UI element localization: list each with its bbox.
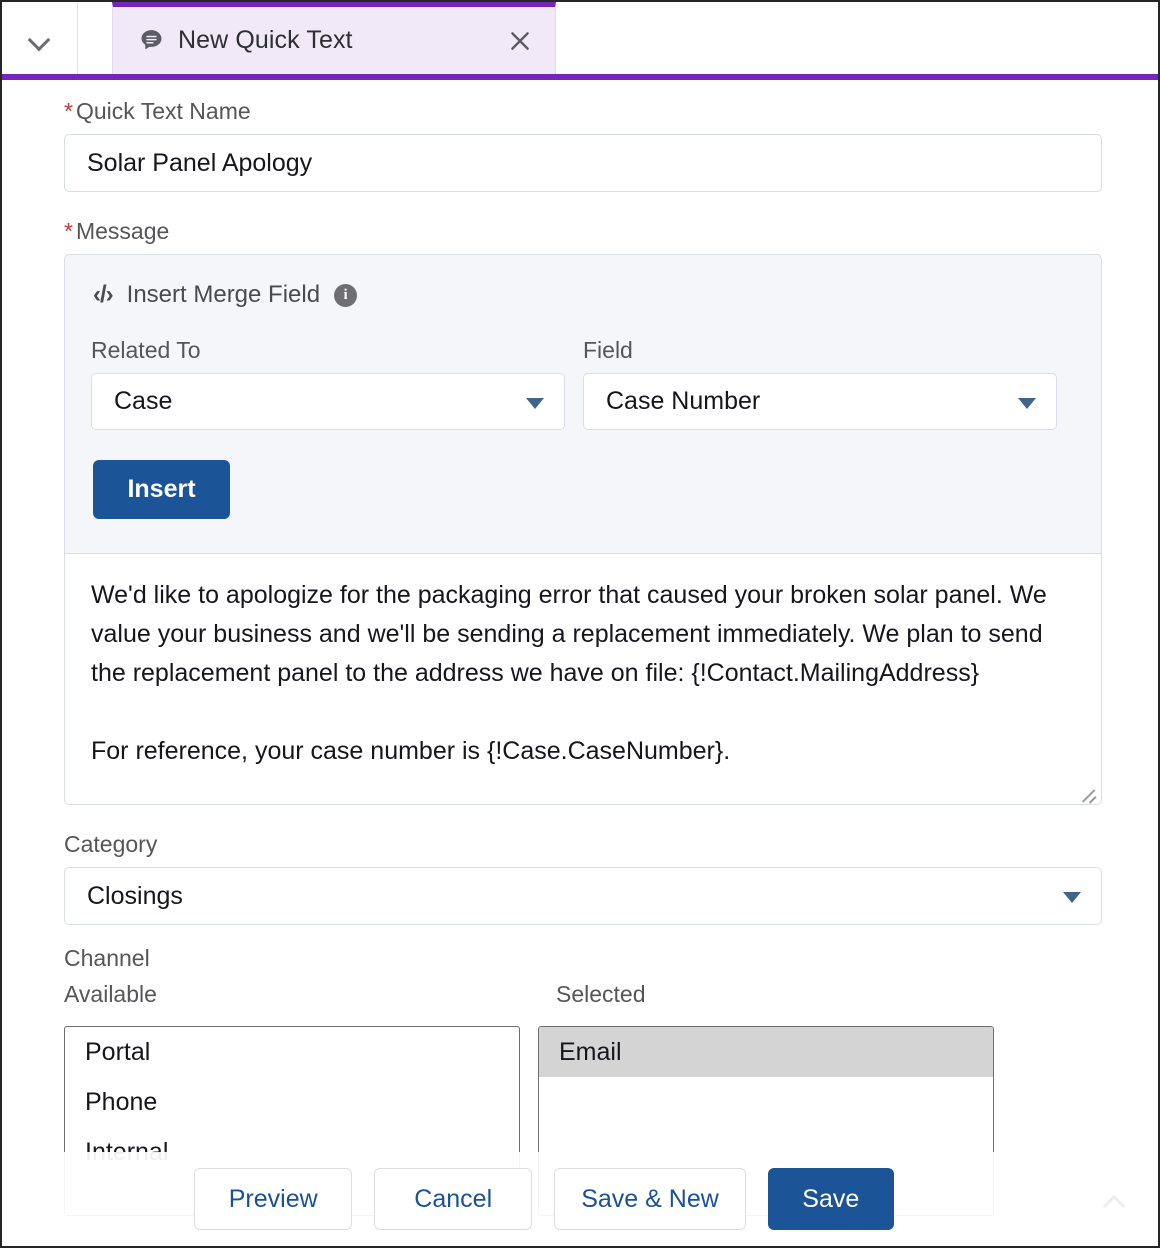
list-item[interactable]: Phone — [65, 1077, 519, 1127]
insert-button[interactable]: Insert — [93, 460, 230, 519]
insert-merge-field-panel: ‹/› Insert Merge Field i Related To Case… — [64, 254, 1102, 553]
info-icon[interactable]: i — [334, 283, 358, 307]
related-to-select[interactable]: Case — [91, 373, 565, 430]
related-to-label: Related To — [91, 337, 201, 363]
tab-bar-spacer — [78, 2, 112, 74]
list-item[interactable]: Email — [539, 1027, 993, 1077]
category-select[interactable]: Closings — [64, 867, 1102, 925]
field-select[interactable]: Case Number — [583, 373, 1057, 430]
field-group: Field Case Number — [583, 337, 1057, 430]
merge-field-heading: Insert Merge Field — [126, 281, 321, 308]
quick-text-name-label: * Quick Text Name — [64, 98, 1104, 125]
related-to-group: Related To Case — [91, 337, 565, 430]
form-body: *Quick Text Name *Message ‹/› Insert Mer… — [2, 80, 1158, 1246]
channel-column-labels: Available Selected — [64, 981, 1104, 1017]
preview-button[interactable]: Preview — [194, 1168, 353, 1230]
message-text: We'd like to apologize for the packaging… — [91, 581, 1047, 765]
chevron-down-icon — [1063, 892, 1081, 903]
chevron-down-icon — [1018, 397, 1036, 409]
channel-label: Channel — [64, 945, 150, 971]
list-item[interactable]: Portal — [65, 1027, 519, 1077]
field-value: Case Number — [606, 387, 761, 415]
merge-field-header: ‹/› Insert Merge Field i — [91, 281, 1075, 309]
category-label: Category — [64, 831, 158, 857]
tab-list-toggle-button[interactable] — [2, 2, 78, 74]
quick-text-modal: New Quick Text *Quick Text Name *Message… — [0, 0, 1160, 1248]
message-textarea[interactable]: We'd like to apologize for the packaging… — [64, 553, 1102, 805]
quick-text-bubble-icon — [141, 30, 162, 50]
save-button[interactable]: Save — [767, 1168, 894, 1230]
message-label-text: Message — [75, 218, 170, 244]
quick-text-name-label-text: Quick Text Name — [75, 98, 251, 124]
code-icon: ‹/› — [93, 281, 114, 308]
available-label: Available — [64, 981, 157, 1007]
chevron-up-icon[interactable] — [1094, 1191, 1134, 1215]
field-label: Field — [583, 337, 633, 363]
category-value: Closings — [87, 881, 183, 910]
message-label: * Message — [64, 218, 1104, 245]
merge-field-selectors: Related To Case Field Case Number — [91, 337, 1075, 430]
quick-text-name-input[interactable] — [64, 134, 1102, 192]
modal-footer: Preview Cancel Save & New Save — [2, 1152, 1158, 1246]
save-new-button[interactable]: Save & New — [554, 1168, 746, 1230]
close-icon[interactable] — [503, 24, 537, 58]
tab-new-quick-text[interactable]: New Quick Text — [112, 2, 556, 74]
selected-label: Selected — [556, 981, 646, 1007]
required-asterisk: * — [64, 98, 73, 124]
required-asterisk: * — [64, 218, 73, 244]
resize-handle-icon[interactable] — [1079, 783, 1097, 801]
tab-label: New Quick Text — [178, 26, 353, 54]
cancel-button[interactable]: Cancel — [374, 1168, 533, 1230]
chevron-down-icon — [526, 397, 544, 409]
chevron-down-icon — [29, 32, 51, 45]
tab-bar: New Quick Text — [2, 2, 1158, 74]
related-to-value: Case — [114, 387, 173, 415]
insert-button-wrap: Insert — [91, 460, 1075, 519]
